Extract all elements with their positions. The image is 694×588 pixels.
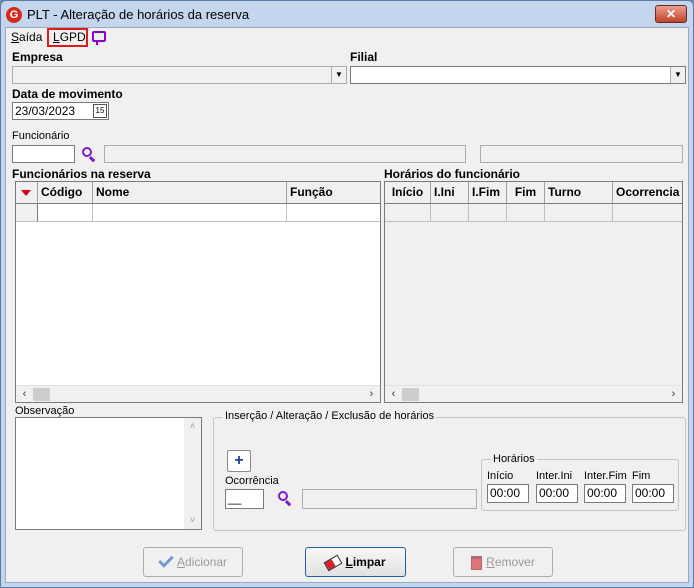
- ocorrencia-desc-field: [302, 489, 477, 509]
- cell-i-ini[interactable]: [431, 204, 469, 222]
- cell-inicio[interactable]: [385, 204, 431, 222]
- adicionar-mnemonic: A: [176, 555, 185, 569]
- observacao-label: Observação: [15, 405, 75, 417]
- col-codigo[interactable]: Código: [38, 182, 93, 204]
- data-movimento-label: Data de movimento: [12, 87, 123, 101]
- horarios-grid-title: Horários do funcionário: [384, 167, 521, 181]
- cell-funcao[interactable]: [287, 204, 380, 222]
- fim-label: Fim: [632, 470, 651, 482]
- check-icon: [158, 552, 174, 568]
- menu-lgpd-label: GPD: [59, 30, 86, 44]
- ocorrencia-code-input[interactable]: __: [225, 489, 264, 509]
- menu-lgpd[interactable]: LGPD: [53, 30, 86, 44]
- col-funcao[interactable]: Função: [287, 182, 380, 204]
- insercao-group-title: Inserção / Alteração / Exclusão de horár…: [223, 410, 437, 422]
- app-window: G PLT - Alteração de horários da reserva…: [0, 0, 694, 588]
- client-area: Saída LGPD Empresa ▼ Filial ▼ Data de mo…: [5, 27, 689, 583]
- filial-combo[interactable]: ▼: [350, 66, 686, 84]
- chevron-down-icon[interactable]: ▼: [670, 67, 685, 83]
- observacao-textarea[interactable]: ˄ ˅: [15, 417, 202, 530]
- title-bar[interactable]: G PLT - Alteração de horários da reserva…: [1, 1, 693, 28]
- cell-i-fim[interactable]: [469, 204, 507, 222]
- table-row[interactable]: [16, 204, 380, 222]
- scroll-left-icon[interactable]: ‹: [385, 386, 402, 402]
- adicionar-label: dicionar: [184, 555, 228, 569]
- horarios-group-title: Horários: [491, 453, 537, 465]
- col-nome[interactable]: Nome: [93, 182, 287, 204]
- funcionario-code-input[interactable]: [12, 145, 75, 163]
- horarios-hscrollbar[interactable]: ‹ ›: [385, 385, 682, 402]
- cell-ocorrencia[interactable]: [613, 204, 682, 222]
- add-icon[interactable]: +: [227, 450, 251, 472]
- funcionarios-grid-title: Funcionários na reserva: [12, 167, 151, 181]
- window-title: PLT - Alteração de horários da reserva: [27, 7, 250, 22]
- col-turno[interactable]: Turno: [545, 182, 613, 204]
- col-fim[interactable]: Fim: [507, 182, 545, 204]
- filial-label: Filial: [350, 50, 378, 64]
- sort-down-icon: [21, 190, 31, 196]
- inicio-label: Início: [487, 470, 514, 482]
- adicionar-button[interactable]: Adicionar: [143, 547, 243, 577]
- cell-turno[interactable]: [545, 204, 613, 222]
- sort-indicator[interactable]: [16, 182, 38, 204]
- col-ocorrencia[interactable]: Ocorrencia: [613, 182, 682, 204]
- col-i-fim[interactable]: I.Fim: [469, 182, 507, 204]
- funcionario-name-field: [104, 145, 466, 163]
- scroll-thumb[interactable]: [33, 388, 50, 401]
- menu-saida[interactable]: Saída: [11, 30, 42, 44]
- inter-fim-label: Inter.Fim: [584, 470, 627, 482]
- menu-saida-label: aída: [19, 30, 43, 44]
- app-logo-icon: G: [6, 7, 22, 23]
- data-movimento-value: 23/03/2023: [15, 104, 76, 118]
- scroll-down-icon[interactable]: ˅: [184, 512, 201, 529]
- col-inicio[interactable]: Início: [385, 182, 431, 204]
- scroll-right-icon[interactable]: ›: [665, 386, 682, 402]
- limpar-button[interactable]: Limpar: [305, 547, 406, 577]
- funcionario-label: Funcionário: [12, 130, 70, 142]
- chevron-down-icon[interactable]: ▼: [331, 67, 346, 83]
- observacao-vscrollbar[interactable]: ˄ ˅: [184, 418, 201, 529]
- cell-codigo[interactable]: [38, 204, 93, 222]
- inter-fim-time-input[interactable]: 00:00: [584, 484, 626, 503]
- search-icon[interactable]: [81, 146, 97, 163]
- table-row[interactable]: [385, 204, 682, 222]
- funcionario-extra-field: [480, 145, 683, 163]
- data-movimento-field[interactable]: 23/03/2023 15: [12, 102, 109, 120]
- empresa-label: Empresa: [12, 50, 63, 64]
- close-window-button[interactable]: ✕: [655, 5, 687, 23]
- chat-icon[interactable]: [92, 31, 106, 45]
- inter-ini-label: Inter.Ini: [536, 470, 573, 482]
- fim-time-input[interactable]: 00:00: [632, 484, 674, 503]
- funcionarios-grid[interactable]: Código Nome Função ‹ ›: [15, 181, 381, 403]
- horarios-grid[interactable]: Início I.Ini I.Fim Fim Turno Ocorrencia …: [384, 181, 683, 403]
- remover-button[interactable]: Remover: [453, 547, 553, 577]
- cell-nome[interactable]: [93, 204, 287, 222]
- scroll-left-icon[interactable]: ‹: [16, 386, 33, 402]
- remover-mnemonic: R: [486, 555, 495, 569]
- horarios-grid-header: Início I.Ini I.Fim Fim Turno Ocorrencia: [385, 182, 682, 204]
- menu-lgpd-mnemonic: L: [53, 30, 60, 44]
- scroll-right-icon[interactable]: ›: [363, 386, 380, 402]
- inicio-time-input[interactable]: 00:00: [487, 484, 529, 503]
- cell-fim[interactable]: [507, 204, 545, 222]
- remover-label: emover: [494, 555, 535, 569]
- empresa-combo[interactable]: ▼: [12, 66, 347, 84]
- col-i-ini[interactable]: I.Ini: [431, 182, 469, 204]
- ocorrencia-code-value: __: [228, 491, 242, 505]
- ocorrencia-label: Ocorrência: [225, 475, 279, 487]
- limpar-label: impar: [352, 555, 386, 569]
- inter-ini-time-input[interactable]: 00:00: [536, 484, 578, 503]
- row-indicator[interactable]: [16, 204, 38, 222]
- trash-icon: [471, 555, 483, 570]
- limpar-mnemonic: L: [345, 555, 353, 569]
- eraser-icon: [324, 554, 343, 572]
- scroll-thumb[interactable]: [402, 388, 419, 401]
- search-icon[interactable]: [277, 490, 293, 507]
- calendar-icon[interactable]: 15: [93, 104, 107, 118]
- scroll-up-icon[interactable]: ˄: [184, 418, 201, 435]
- funcionarios-hscrollbar[interactable]: ‹ ›: [16, 385, 380, 402]
- menu-saida-mnemonic: S: [11, 30, 20, 44]
- funcionarios-grid-header: Código Nome Função: [16, 182, 380, 204]
